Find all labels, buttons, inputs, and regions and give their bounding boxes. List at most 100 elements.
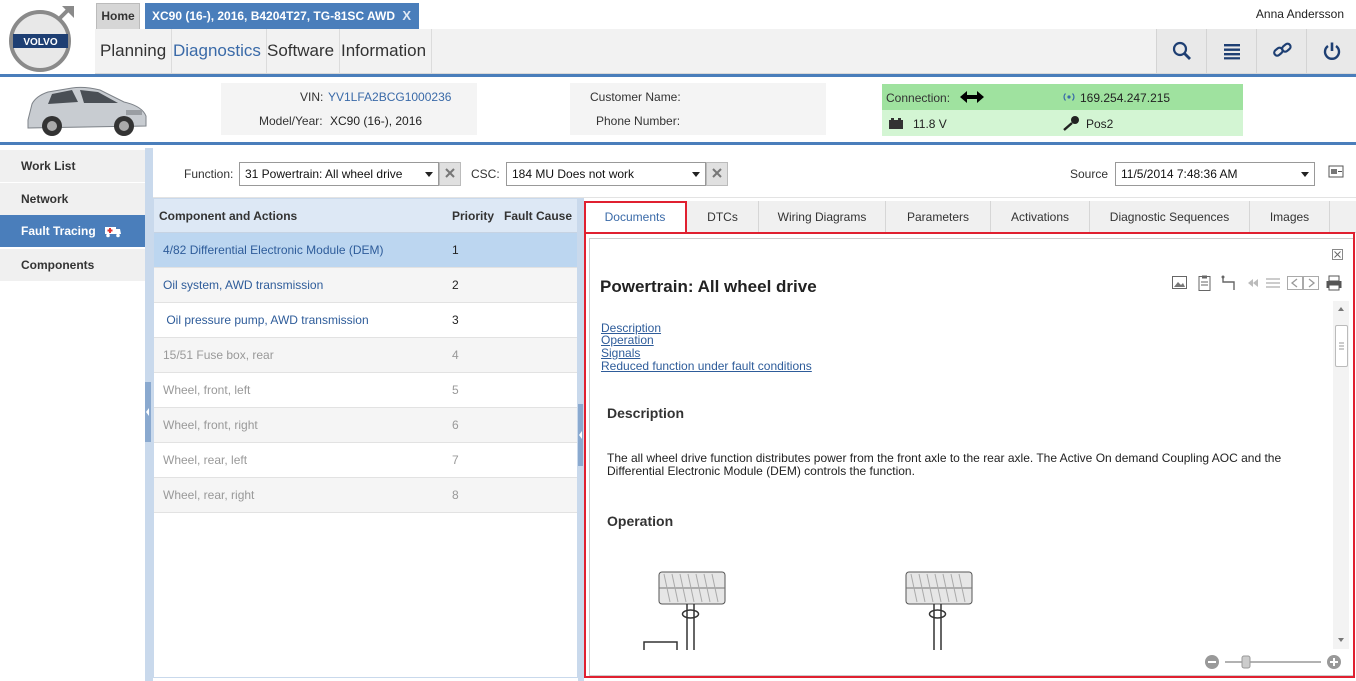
ignition-position: Pos2	[1086, 117, 1114, 131]
collapse-left-icon	[579, 431, 582, 439]
table-row[interactable]: 4/82 Differential Electronic Module (DEM…	[154, 233, 577, 268]
logo-wordmark: VOLVO	[23, 37, 57, 48]
vehicle-image	[22, 80, 152, 142]
collapse-left-icon	[146, 408, 149, 416]
table-row[interactable]: Oil system, AWD transmission 2	[154, 268, 577, 303]
tab-wiring-diagrams[interactable]: Wiring Diagrams	[759, 201, 886, 233]
csc-select-value: 184 MU Does not work	[512, 167, 635, 181]
component-priority: 4	[452, 348, 459, 362]
nav-fault-tracing-label: Fault Tracing	[21, 224, 96, 238]
chevron-down-icon	[1301, 172, 1309, 177]
component-name: Wheel, front, left	[163, 383, 251, 397]
source-label: Source	[1070, 167, 1109, 181]
column-fault-cause[interactable]: Fault Cause	[504, 199, 572, 233]
chevron-down-icon	[425, 172, 433, 177]
component-name: 4/82 Differential Electronic Module (DEM…	[163, 243, 384, 257]
model-year-value: XC90 (16-), 2016	[330, 114, 423, 128]
filter-bar: Function: 31 Powertrain: All wheel drive…	[153, 148, 1356, 198]
component-name: 15/51 Fuse box, rear	[163, 348, 274, 362]
component-table: Component and Actions Priority Fault Cau…	[153, 198, 578, 678]
document-tabs: Documents DTCs Wiring Diagrams Parameter…	[584, 201, 1356, 233]
function-select[interactable]: 31 Powertrain: All wheel drive	[239, 162, 439, 186]
vehicle-info-bar: VIN: YV1LFA2BCG1000236 Model/Year: XC90 …	[0, 77, 1356, 145]
function-label: Function:	[184, 167, 234, 181]
component-priority: 3	[452, 313, 459, 327]
component-priority: 7	[452, 453, 459, 467]
column-component[interactable]: Component and Actions	[159, 199, 297, 233]
clear-icon	[712, 168, 722, 178]
table-row[interactable]: Wheel, front, left 5	[154, 373, 577, 408]
component-priority: 1	[452, 243, 459, 257]
connection-arrows-icon	[960, 91, 984, 103]
source-select-value: 11/5/2014 7:48:36 AM	[1121, 167, 1238, 181]
vin-label: VIN:	[300, 90, 324, 104]
nav-components[interactable]: Components	[0, 249, 145, 282]
volvo-logo: VOLVO	[6, 4, 76, 72]
table-row[interactable]: 15/51 Fuse box, rear 4	[154, 338, 577, 373]
tab-vehicle[interactable]: XC90 (16-), 2016, B4204T27, TG-81SC AWD …	[145, 3, 419, 29]
component-priority: 5	[452, 383, 459, 397]
menu-diagnostics[interactable]: Diagnostics	[168, 29, 267, 73]
vin-value: YV1LFA2BCG1000236	[328, 90, 452, 104]
component-name: Oil system, AWD transmission	[163, 278, 324, 292]
component-priority: 6	[452, 418, 459, 432]
source-select[interactable]: 11/5/2014 7:48:36 AM	[1115, 162, 1315, 186]
power-button[interactable]	[1306, 29, 1356, 73]
component-name: Wheel, front, right	[163, 418, 258, 432]
link-button[interactable]	[1256, 29, 1306, 73]
vin-info: VIN: YV1LFA2BCG1000236 Model/Year: XC90 …	[221, 83, 477, 135]
table-row[interactable]: Wheel, rear, right 8	[154, 478, 577, 513]
nav-fault-tracing[interactable]: Fault Tracing	[0, 215, 145, 248]
wireless-icon	[1063, 93, 1075, 101]
menu-information[interactable]: Information	[336, 29, 433, 73]
table-row[interactable]: Oil pressure pump, AWD transmission 3	[154, 303, 577, 338]
top-header: VOLVO Home XC90 (16-), 2016, B4204T27, T…	[0, 0, 1356, 75]
highlight-frame-tab	[584, 201, 687, 233]
csc-label: CSC:	[471, 167, 500, 181]
table-row[interactable]: Wheel, front, right 6	[154, 408, 577, 443]
nav-network[interactable]: Network	[0, 183, 145, 216]
chevron-down-icon	[692, 172, 700, 177]
side-navigation: Work List Network Fault Tracing Componen…	[0, 148, 146, 678]
ignition-key-icon	[1063, 116, 1079, 131]
customer-name-label: Customer Name:	[590, 90, 681, 104]
left-splitter-handle[interactable]	[145, 382, 151, 442]
tab-images[interactable]: Images	[1250, 201, 1330, 233]
connection-label: Connection:	[886, 91, 951, 105]
tab-dtcs[interactable]: DTCs	[687, 201, 759, 233]
component-name: Wheel, rear, left	[163, 453, 248, 467]
link-icon	[1273, 42, 1292, 57]
search-icon	[1172, 41, 1191, 60]
table-header: Component and Actions Priority Fault Cau…	[154, 199, 577, 233]
csc-select[interactable]: 184 MU Does not work	[506, 162, 706, 186]
power-icon	[1323, 42, 1341, 60]
export-icon[interactable]	[1328, 165, 1344, 178]
list-button[interactable]	[1206, 29, 1256, 73]
clear-csc-button[interactable]	[706, 162, 728, 186]
connection-status: Connection: 169.254.247.215 11.8 V Pos2	[882, 84, 1243, 136]
list-icon	[1224, 44, 1240, 60]
battery-icon	[889, 118, 903, 129]
ambulance-icon	[105, 227, 121, 238]
menu-software[interactable]: Software	[262, 29, 341, 73]
menu-planning[interactable]: Planning	[95, 29, 173, 73]
clear-function-button[interactable]	[439, 162, 461, 186]
clear-icon	[445, 168, 455, 178]
search-button[interactable]	[1156, 29, 1206, 73]
tab-parameters[interactable]: Parameters	[886, 201, 991, 233]
highlight-frame-document	[584, 232, 1355, 678]
phone-number-label: Phone Number:	[596, 114, 681, 128]
tab-vehicle-label: XC90 (16-), 2016, B4204T27, TG-81SC AWD	[152, 9, 395, 23]
nav-work-list[interactable]: Work List	[0, 150, 145, 183]
tab-diagnostic-sequences[interactable]: Diagnostic Sequences	[1090, 201, 1250, 233]
tab-activations[interactable]: Activations	[991, 201, 1090, 233]
tab-home[interactable]: Home	[96, 3, 140, 29]
column-priority[interactable]: Priority	[452, 199, 494, 233]
center-splitter-handle[interactable]	[578, 404, 583, 466]
close-tab-button[interactable]: X	[402, 3, 411, 29]
user-name: Anna Andersson	[1255, 7, 1344, 21]
ip-address: 169.254.247.215	[1080, 91, 1171, 105]
component-name: Oil pressure pump, AWD transmission	[163, 313, 369, 327]
customer-info: Customer Name: Phone Number:	[570, 83, 826, 135]
table-row[interactable]: Wheel, rear, left 7	[154, 443, 577, 478]
